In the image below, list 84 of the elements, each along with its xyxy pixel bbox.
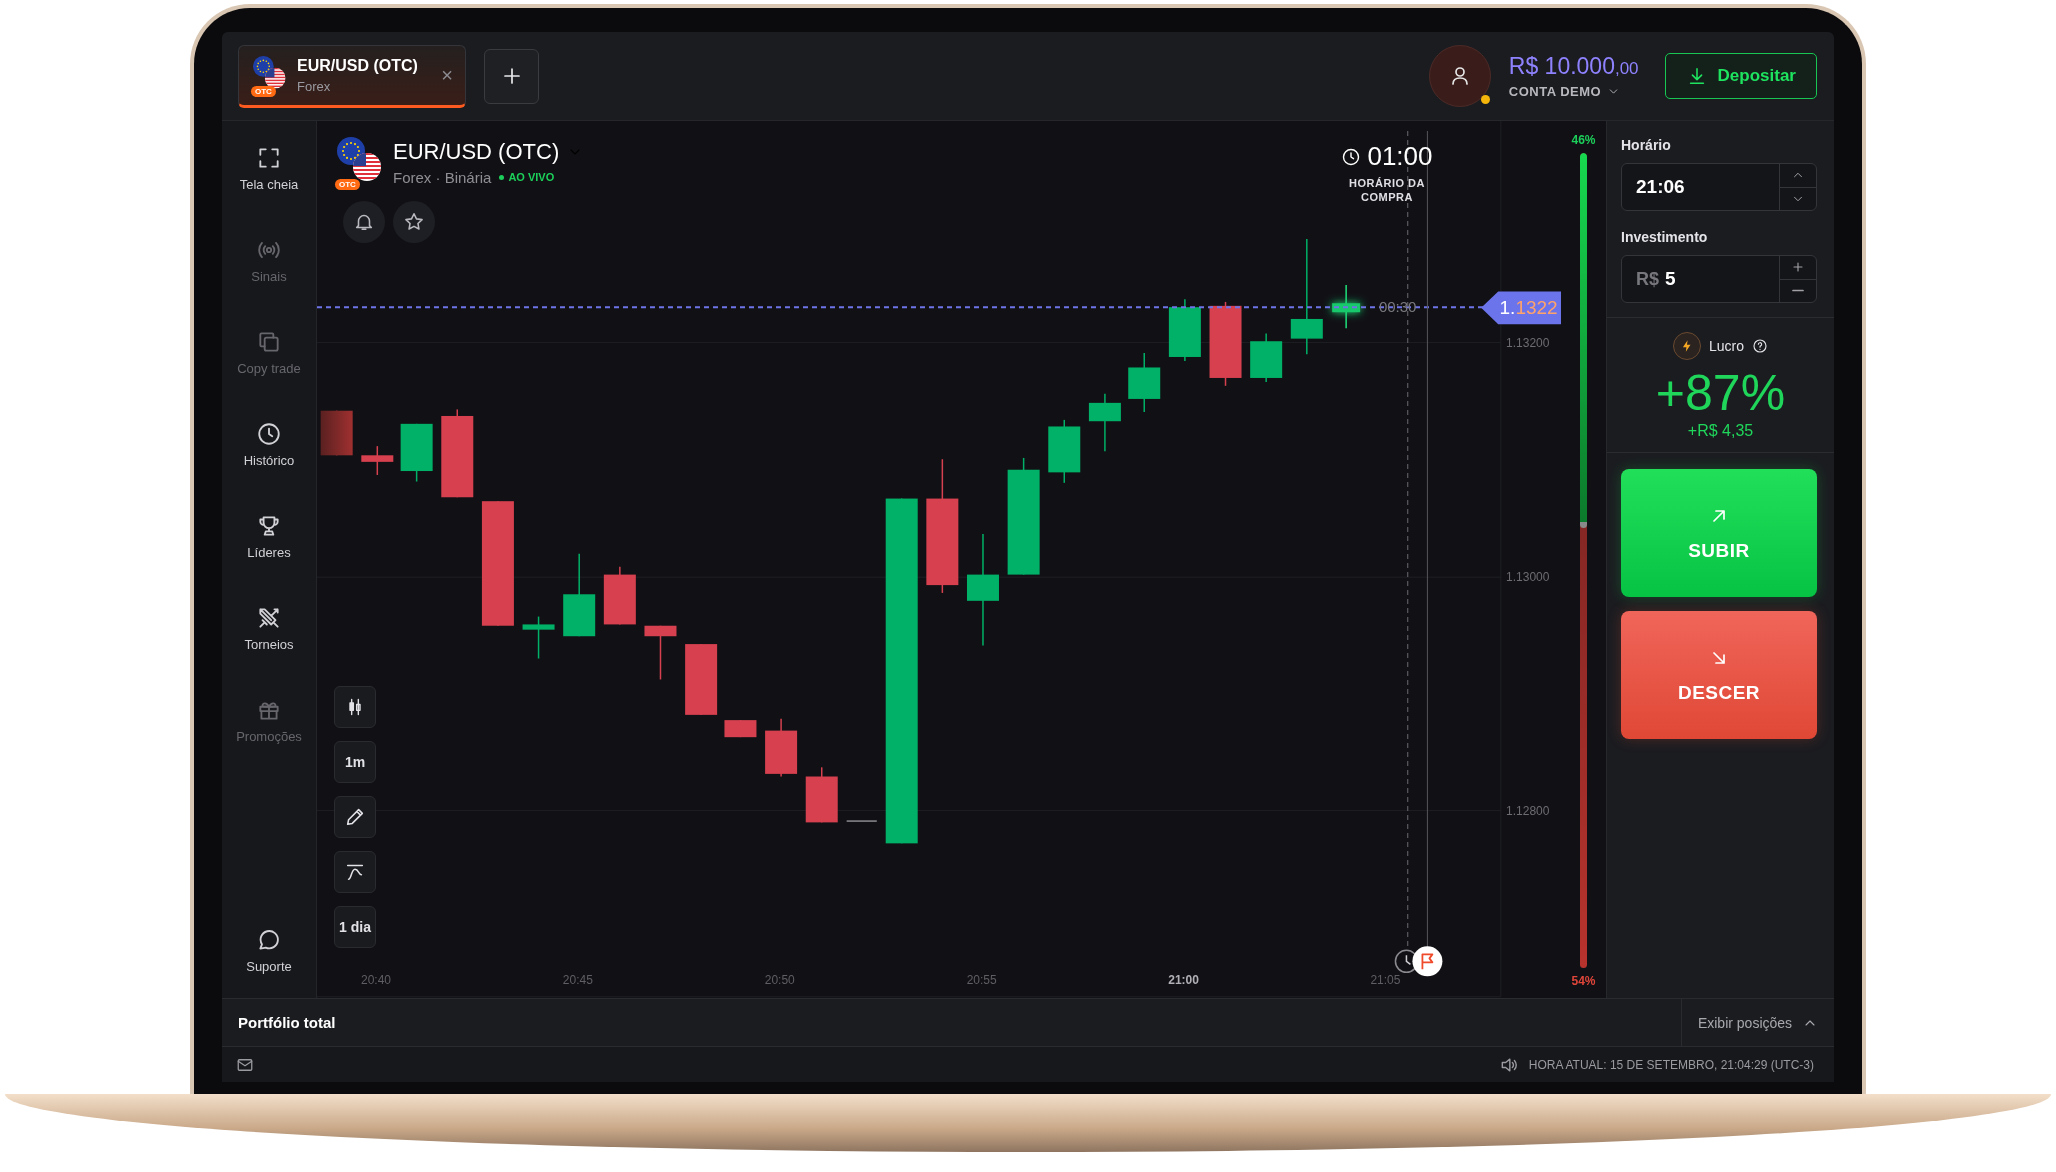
candle bbox=[320, 410, 353, 457]
candle bbox=[724, 719, 757, 738]
close-tab-button[interactable]: × bbox=[441, 63, 453, 87]
purchase-time-label: HORÁRIO DA COMPRA bbox=[1348, 176, 1426, 205]
pencil-icon bbox=[344, 806, 366, 828]
candle bbox=[1250, 332, 1283, 383]
profit-label: Lucro bbox=[1709, 338, 1744, 354]
investment-label: Investimento bbox=[1621, 229, 1709, 245]
investment-spinbox[interactable]: R$ 5 bbox=[1621, 255, 1817, 303]
price-axis-label: 1.12800 bbox=[1506, 803, 1550, 818]
time-axis-label: 21:05 bbox=[1370, 972, 1401, 987]
candle bbox=[1088, 392, 1121, 453]
show-positions-button[interactable]: Exibir posições bbox=[1681, 999, 1834, 1046]
time-label: Horário bbox=[1621, 137, 1672, 153]
timeframe-button[interactable]: 1m bbox=[334, 741, 376, 783]
chart-type-button[interactable] bbox=[334, 686, 376, 728]
favorite-button[interactable] bbox=[393, 201, 435, 243]
tab-symbol: EUR/USD (OTC) bbox=[297, 56, 419, 75]
balance-amount: R$ 10.000,00 bbox=[1508, 53, 1639, 80]
price-axis-label: 1.13000 bbox=[1506, 570, 1550, 585]
down-sentiment-percent: 54% bbox=[1571, 974, 1596, 988]
up-sentiment-percent: 46% bbox=[1571, 133, 1596, 147]
purchase-timer: 01:00 bbox=[1367, 141, 1433, 172]
clock-icon bbox=[256, 421, 282, 447]
otc-badge: OTC bbox=[251, 86, 276, 97]
candle bbox=[361, 445, 394, 476]
indicators-button[interactable] bbox=[334, 851, 376, 893]
sidebar-item[interactable]: Torneios bbox=[222, 605, 317, 697]
period-button[interactable]: 1 dia bbox=[334, 906, 376, 948]
currency-prefix: R$ bbox=[1635, 268, 1659, 290]
time-axis-label: 20:45 bbox=[562, 972, 593, 987]
time-input[interactable]: 21:06 bbox=[1622, 164, 1779, 210]
price-axis-label: 1.13200 bbox=[1506, 335, 1550, 350]
sidebar-item[interactable]: Histórico bbox=[222, 421, 317, 513]
down-button[interactable]: DESCER bbox=[1621, 611, 1817, 739]
notification-dot bbox=[1480, 95, 1490, 104]
current-price-label: 1.1322 bbox=[1499, 297, 1558, 319]
candle bbox=[805, 766, 838, 824]
profit-percent: +87% bbox=[1655, 364, 1786, 422]
currency-flags-icon bbox=[253, 56, 287, 90]
bell-button[interactable] bbox=[343, 201, 385, 243]
candle bbox=[765, 718, 798, 778]
account-type-dropdown[interactable]: CONTA DEMO bbox=[1508, 84, 1639, 99]
chat-bubble-icon bbox=[256, 927, 282, 953]
star-icon bbox=[403, 211, 425, 233]
time-axis-label: 20:40 bbox=[361, 972, 391, 987]
candle bbox=[1048, 419, 1081, 484]
time-spinbox[interactable]: 21:06 bbox=[1621, 163, 1817, 211]
time-axis-label: 21:00 bbox=[1168, 972, 1199, 987]
trophy-icon bbox=[256, 513, 282, 539]
sidebar-item[interactable]: Líderes bbox=[222, 513, 317, 605]
drawing-tool-button[interactable] bbox=[334, 796, 376, 838]
sidebar-item[interactable]: Suporte bbox=[222, 927, 317, 974]
time-axis-label: 20:55 bbox=[966, 972, 997, 987]
amount-input[interactable]: 5 bbox=[1659, 256, 1779, 302]
candle bbox=[400, 423, 433, 483]
profit-amount: +R$ 4,35 bbox=[1687, 422, 1754, 440]
lightning-icon bbox=[1673, 332, 1701, 360]
sidebar-item[interactable]: Tela cheia bbox=[222, 145, 317, 237]
candle bbox=[522, 615, 555, 660]
live-status: AO VIVO bbox=[499, 171, 555, 183]
candle bbox=[1168, 298, 1201, 362]
candle bbox=[603, 566, 636, 626]
portfolio-title: Portfólio total bbox=[237, 1014, 337, 1031]
fullscreen-icon bbox=[256, 145, 282, 171]
current-time: HORA ATUAL: 15 DE SETEMBRO, 21:04:29 (UTC-3) bbox=[1528, 1057, 1814, 1072]
flag-icon bbox=[1412, 946, 1443, 977]
clock-icon bbox=[1341, 146, 1362, 167]
current-candle-icon bbox=[1332, 284, 1361, 329]
currency-flags-icon bbox=[337, 137, 383, 183]
asset-tab[interactable]: OTC EUR/USD (OTC) Forex × bbox=[238, 44, 466, 108]
swords-icon bbox=[256, 605, 282, 631]
tab-market: Forex bbox=[297, 78, 332, 94]
asset-market: Forex · Binária bbox=[393, 168, 492, 186]
candle bbox=[644, 625, 677, 681]
time-axis-label: 20:50 bbox=[764, 972, 795, 987]
copy-icon bbox=[256, 329, 282, 355]
deposit-button[interactable]: Depositar bbox=[1664, 53, 1817, 99]
otc-badge: OTC bbox=[335, 179, 360, 190]
candle bbox=[1128, 352, 1161, 413]
minus-icon bbox=[1792, 289, 1804, 293]
asset-selector[interactable]: EUR/USD (OTC) bbox=[393, 138, 584, 165]
help-icon bbox=[1752, 338, 1768, 354]
countdown-label: 00:30 bbox=[1378, 298, 1417, 316]
